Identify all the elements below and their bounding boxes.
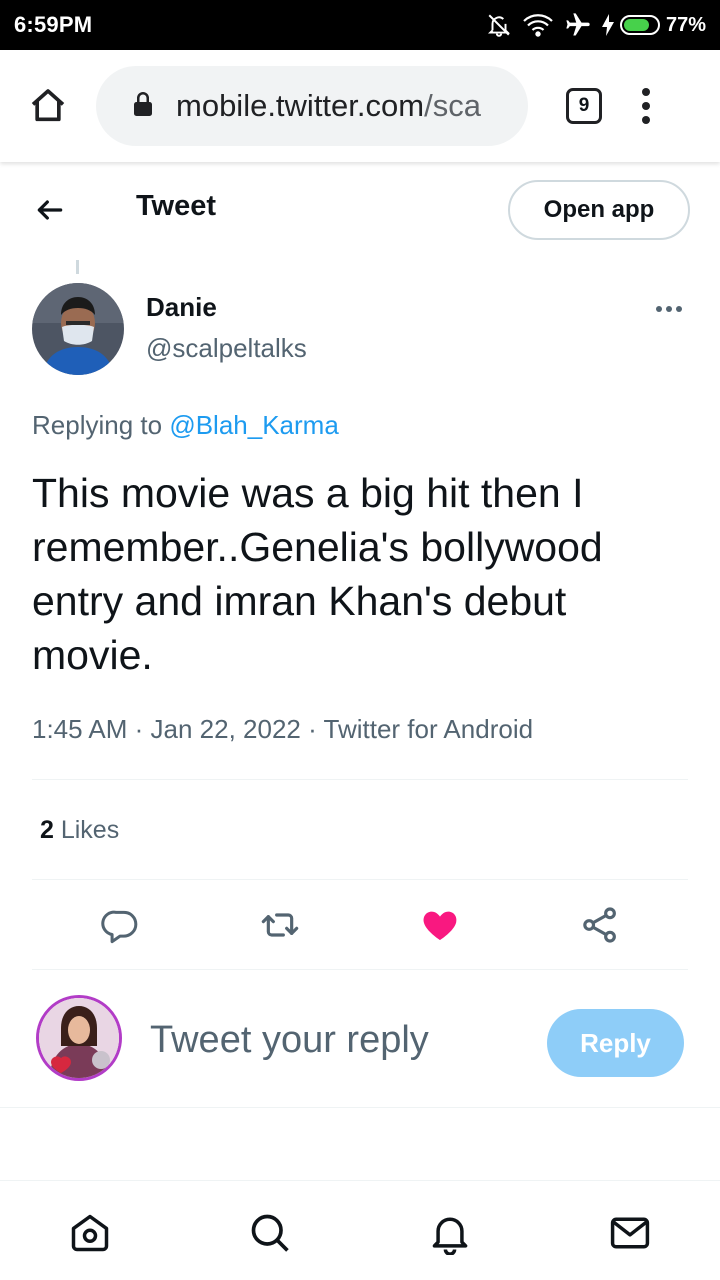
battery-percent: 77%: [665, 13, 706, 36]
address-bar[interactable]: mobile.twitter.com/sca: [96, 66, 528, 146]
meta-separator: ·: [127, 714, 151, 744]
divider: [0, 1107, 720, 1108]
battery: 77%: [601, 13, 706, 37]
nav-notifications-button[interactable]: [428, 1211, 472, 1255]
replying-to: Replying to @Blah_Karma: [32, 410, 339, 441]
tweet-header: Tweet Open app: [0, 172, 720, 250]
divider: [32, 879, 688, 880]
share-icon: [583, 907, 616, 943]
reply-icon: [101, 910, 138, 944]
tweet-source[interactable]: Twitter for Android: [324, 714, 534, 744]
bottom-navigation: [0, 1180, 720, 1280]
back-button[interactable]: [34, 194, 66, 231]
meta-separator: ·: [300, 714, 324, 744]
more-dot: [656, 306, 662, 312]
replying-prefix: Replying to: [32, 410, 170, 440]
likes-number: 2: [40, 816, 54, 844]
battery-icon: [619, 15, 660, 35]
airplane-icon: [564, 11, 592, 39]
like-button[interactable]: [415, 900, 465, 950]
menu-dot: [642, 88, 650, 96]
status-bar: 6:59PM 77%: [0, 0, 720, 50]
charging-icon: [601, 14, 614, 36]
nav-search-button[interactable]: [248, 1211, 292, 1255]
browser-menu-button[interactable]: [642, 88, 650, 124]
divider: [32, 779, 688, 780]
mute-icon: [486, 12, 512, 38]
wifi-icon: [522, 12, 554, 38]
url-host: mobile.twitter.com: [176, 88, 425, 123]
home-icon: [31, 89, 65, 122]
retweet-button[interactable]: [255, 900, 305, 950]
url-path: /sca: [424, 88, 481, 123]
mail-icon: [610, 1217, 650, 1249]
menu-dot: [642, 102, 650, 110]
more-dot: [676, 306, 682, 312]
tweet-time[interactable]: 1:45 AM: [32, 714, 127, 744]
open-app-button[interactable]: Open app: [508, 180, 690, 240]
heart-icon: [423, 911, 457, 940]
author-handle[interactable]: @scalpeltalks: [146, 333, 307, 364]
more-options-button[interactable]: [656, 306, 682, 312]
browser-home-button[interactable]: [0, 50, 96, 162]
author-name[interactable]: Danie: [146, 292, 217, 323]
battery-fill: [623, 19, 649, 31]
thread-line: [76, 260, 79, 274]
tab-switcher-button[interactable]: 9: [566, 88, 602, 124]
tweet-text: This movie was a big hit then I remember…: [32, 470, 603, 678]
search-icon: [251, 1214, 289, 1252]
home-icon: [71, 1214, 109, 1252]
status-time: 6:59PM: [14, 12, 93, 37]
tweet-actions: [0, 900, 720, 950]
reply-input[interactable]: Tweet your reply: [150, 1019, 429, 1062]
replying-to-mention[interactable]: @Blah_Karma: [169, 410, 338, 440]
status-icons: 77%: [486, 11, 706, 39]
user-avatar[interactable]: [36, 995, 122, 1081]
reply-action-button[interactable]: [95, 900, 145, 950]
tweet-meta: 1:45 AM · Jan 22, 2022 · Twitter for And…: [32, 714, 533, 745]
nav-messages-button[interactable]: [608, 1211, 652, 1255]
nav-home-button[interactable]: [68, 1211, 112, 1255]
divider: [32, 969, 688, 970]
bell-icon: [432, 1217, 468, 1255]
back-arrow-icon: [37, 200, 63, 220]
lock-icon: [132, 91, 154, 122]
more-dot: [666, 306, 672, 312]
tweet-date[interactable]: Jan 22, 2022: [151, 714, 301, 744]
url-text: mobile.twitter.com/sca: [176, 88, 481, 124]
browser-toolbar: mobile.twitter.com/sca 9: [0, 50, 720, 162]
likes-count[interactable]: 2 Likes: [40, 816, 119, 845]
likes-label: Likes: [53, 816, 120, 844]
page-title: Tweet: [136, 190, 217, 222]
retweet-icon: [261, 913, 299, 937]
menu-dot: [642, 116, 650, 124]
share-button[interactable]: [575, 900, 625, 950]
author-avatar[interactable]: [32, 283, 124, 375]
reply-button[interactable]: Reply: [547, 1009, 684, 1077]
